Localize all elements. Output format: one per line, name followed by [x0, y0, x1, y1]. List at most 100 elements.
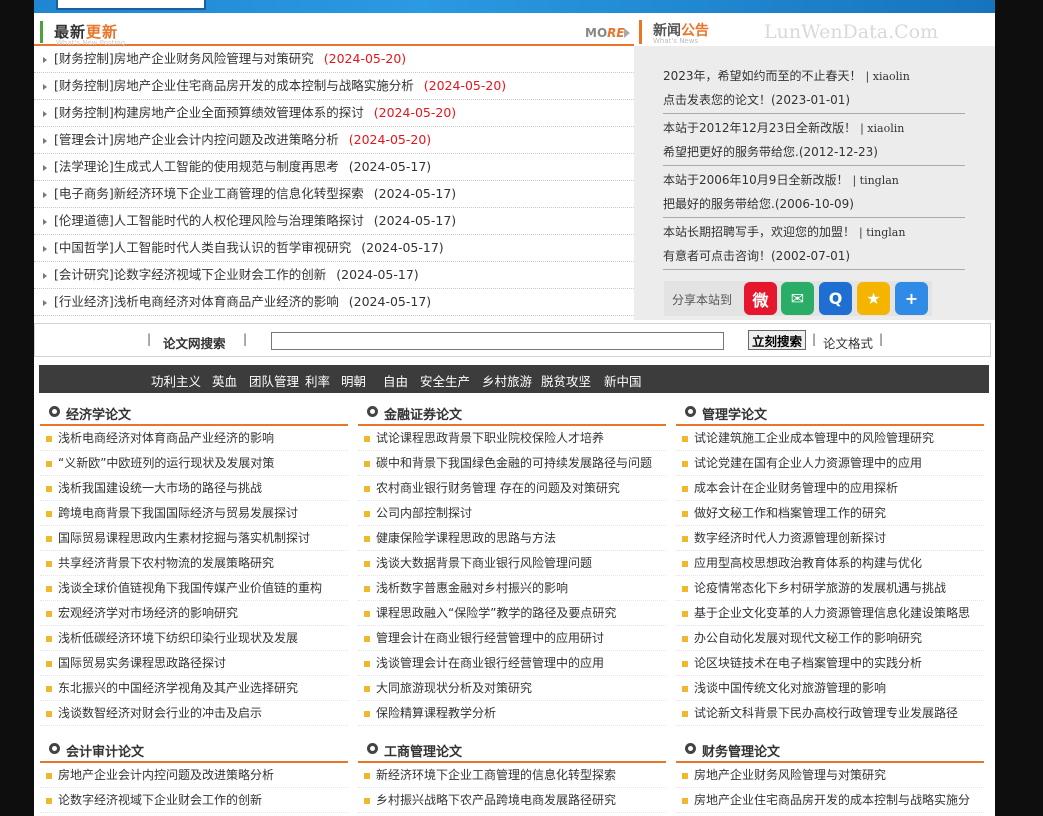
- category-item[interactable]: 试论新文科背景下民办高校行政管理专业发展路径: [676, 701, 984, 726]
- category-item[interactable]: 试论党建在国有企业人力资源管理中的应用: [676, 451, 984, 476]
- category-item[interactable]: 大同旅游现状分析及对策研究: [358, 676, 666, 701]
- site-logo[interactable]: [56, 0, 206, 10]
- latest-item-title[interactable]: [电子商务]新经济环境下企业工商管理的信息化转型探索: [54, 186, 364, 201]
- latest-item-title[interactable]: [中国哲学]人工智能时代人类自我认识的哲学审视研究: [54, 240, 351, 255]
- category-item[interactable]: 试论课程思政背景下职业院校保险人才培养: [358, 426, 666, 451]
- category-item[interactable]: 浅谈管理会计在商业银行经营管理中的应用: [358, 651, 666, 676]
- category-item[interactable]: 做好文秘工作和档案管理工作的研究: [676, 501, 984, 526]
- latest-item[interactable]: [财务控制]构建房地产企业全面预算绩效管理体系的探讨 (2024-05-20): [34, 100, 634, 127]
- latest-item-title[interactable]: [管理会计]房地产企业会计内控问题及改进策略分析: [54, 132, 339, 147]
- category-item[interactable]: 浅析数字普惠金融对乡村振兴的影响: [358, 576, 666, 601]
- category-item[interactable]: 浅谈全球价值链视角下我国传媒产业价值链的重构: [40, 576, 348, 601]
- latest-item-title[interactable]: [财务控制]房地产企业住宅商品房开发的成本控制与战略实施分析: [54, 78, 414, 93]
- category-item[interactable]: 乡村振兴战略下农产品跨境电商发展路径研究: [358, 788, 666, 813]
- category-item[interactable]: 共享经济背景下农村物流的发展策略研究: [40, 551, 348, 576]
- category-list: 试论课程思政背景下职业院校保险人才培养 碳中和背景下我国绿色金融的可持续发展路径与…: [358, 426, 666, 726]
- category-item[interactable]: 试论建筑施工企业成本管理中的风险管理研究: [676, 426, 984, 451]
- news-headline[interactable]: 2023年，希望如约而至的不止春天！: [663, 69, 862, 83]
- latest-item[interactable]: [伦理道德]人工智能时代的人权伦理风险与治理策略探讨 (2024-05-17): [34, 208, 634, 235]
- category-title[interactable]: 工商管理论文: [384, 741, 462, 760]
- tag-link[interactable]: 自由: [383, 371, 408, 390]
- tag-link[interactable]: 团队管理: [249, 371, 299, 390]
- qq-icon[interactable]: Q: [819, 282, 852, 315]
- category-item[interactable]: 浅析电商经济对体育商品产业经济的影响: [40, 426, 348, 451]
- news-detail[interactable]: 有意者可点击咨询！(2002-07-01): [663, 244, 965, 268]
- news-headline[interactable]: 本站于2006年10月9日全新改版！: [663, 173, 848, 187]
- tag-link[interactable]: 安全生产: [420, 371, 470, 390]
- latest-item-title[interactable]: [财务控制]构建房地产企业全面预算绩效管理体系的探讨: [54, 105, 364, 120]
- tag-link[interactable]: 英血: [212, 371, 237, 390]
- weibo-icon[interactable]: 微: [744, 282, 777, 315]
- separator: |: [812, 332, 817, 346]
- news-detail[interactable]: 把最好的服务带给您.(2006-10-09): [663, 192, 965, 216]
- category-item[interactable]: 国际贸易课程思政内生素材挖掘与落实机制探讨: [40, 526, 348, 551]
- category-item[interactable]: 论区块链技术在电子档案管理中的实践分析: [676, 651, 984, 676]
- category-item[interactable]: 成本会计在企业财务管理中的应用探析: [676, 476, 984, 501]
- category-item[interactable]: 管理会计在商业银行经营管理中的应用研讨: [358, 626, 666, 651]
- search-button[interactable]: 立刻搜索: [748, 330, 806, 350]
- more-arrow-icon[interactable]: [624, 28, 630, 38]
- search-input[interactable]: [271, 332, 724, 350]
- category-item[interactable]: 数字经济时代人力资源管理创新探讨: [676, 526, 984, 551]
- latest-item-title[interactable]: [法学理论]生成式人工智能的使用规范与制度再思考: [54, 159, 339, 174]
- category-item[interactable]: 房地产企业会计内控问题及改进策略分析: [40, 763, 348, 788]
- news-list: 2023年，希望如约而至的不止春天！ | xiaolin 点击发表您的论文！(202…: [634, 46, 995, 270]
- category-title[interactable]: 管理学论文: [702, 404, 767, 423]
- more-share-icon[interactable]: +: [895, 282, 928, 315]
- latest-item-title[interactable]: [行业经济]浅析电商经济对体育商品产业经济的影响: [54, 294, 339, 309]
- category-title[interactable]: 会计审计论文: [66, 741, 144, 760]
- category-title[interactable]: 财务管理论文: [702, 741, 780, 760]
- latest-item[interactable]: [行业经济]浅析电商经济对体育商品产业经济的影响 (2024-05-17): [34, 289, 634, 316]
- latest-item[interactable]: [中国哲学]人工智能时代人类自我认识的哲学审视研究 (2024-05-17): [34, 235, 634, 262]
- qzone-icon[interactable]: ★: [857, 282, 890, 315]
- category-item[interactable]: 浅谈大数据背景下商业银行风险管理问题: [358, 551, 666, 576]
- category-item[interactable]: 农村商业银行财务管理 存在的问题及对策研究: [358, 476, 666, 501]
- news-headline[interactable]: 本站于2012年12月23日全新改版！: [663, 121, 856, 135]
- latest-item[interactable]: [财务控制]房地产企业财务风险管理与对策研究 (2024-05-20): [34, 46, 634, 73]
- category-item[interactable]: 浅析低碳经济环境下纺织印染行业现状及发展: [40, 626, 348, 651]
- category-item[interactable]: 房地产企业住宅商品房开发的成本控制与战略实施分: [676, 788, 984, 813]
- category-item[interactable]: 应用型高校思想政治教育体系的构建与优化: [676, 551, 984, 576]
- category-item[interactable]: 跨境电商背景下我国国际经济与贸易发展探讨: [40, 501, 348, 526]
- more-link[interactable]: MORE: [585, 26, 625, 40]
- category-item[interactable]: 办公自动化发展对现代文秘工作的影响研究: [676, 626, 984, 651]
- category-item[interactable]: 国际贸易实务课程思政路径探讨: [40, 651, 348, 676]
- category-item[interactable]: 保险精算课程教学分析: [358, 701, 666, 726]
- latest-item[interactable]: [法学理论]生成式人工智能的使用规范与制度再思考 (2024-05-17): [34, 154, 634, 181]
- paper-format-link[interactable]: 论文格式: [823, 333, 873, 352]
- category-item[interactable]: 浅析我国建设统一大市场的路径与挑战: [40, 476, 348, 501]
- category-item[interactable]: 东北振兴的中国经济学视角及其产业选择研究: [40, 676, 348, 701]
- tag-link[interactable]: 乡村旅游: [482, 371, 532, 390]
- news-headline[interactable]: 本站长期招聘写手，欢迎您的加盟！: [663, 225, 855, 239]
- news-detail[interactable]: 点击发表您的论文！(2023-01-01): [663, 88, 965, 112]
- category-item[interactable]: 新经济环境下企业工商管理的信息化转型探索: [358, 763, 666, 788]
- category-item[interactable]: “义新欧”中欧班列的运行现状及发展对策: [40, 451, 348, 476]
- category-item[interactable]: 课程思政融入“保险学”教学的路径及要点研究: [358, 601, 666, 626]
- category-item[interactable]: 健康保险学课程思政的思路与方法: [358, 526, 666, 551]
- tag-link[interactable]: 明朝: [341, 371, 366, 390]
- category-item[interactable]: 论数字经济视域下企业财会工作的创新: [40, 788, 348, 813]
- wechat-icon[interactable]: ✉: [781, 282, 814, 315]
- category-item[interactable]: 浅谈数智经济对财会行业的冲击及启示: [40, 701, 348, 726]
- tag-link[interactable]: 脱贫攻坚: [541, 371, 591, 390]
- tag-link[interactable]: 利率: [305, 371, 330, 390]
- tag-link[interactable]: 新中国: [604, 371, 642, 390]
- category-title[interactable]: 金融证券论文: [384, 404, 462, 423]
- latest-item[interactable]: [财务控制]房地产企业住宅商品房开发的成本控制与战略实施分析 (2024-05-2…: [34, 73, 634, 100]
- latest-item-title[interactable]: [会计研究]论数字经济视域下企业财会工作的创新: [54, 267, 326, 282]
- tag-link[interactable]: 功利主义: [151, 371, 201, 390]
- latest-item[interactable]: [管理会计]房地产企业会计内控问题及改进策略分析 (2024-05-20): [34, 127, 634, 154]
- category-item[interactable]: 碳中和背景下我国绿色金融的可持续发展路径与问题: [358, 451, 666, 476]
- category-item[interactable]: 房地产企业财务风险管理与对策研究: [676, 763, 984, 788]
- news-detail[interactable]: 希望把更好的服务带给您.(2012-12-23): [663, 140, 965, 164]
- category-item[interactable]: 浅谈中国传统文化对旅游管理的影响: [676, 676, 984, 701]
- latest-item-title[interactable]: [伦理道德]人工智能时代的人权伦理风险与治理策略探讨: [54, 213, 364, 228]
- latest-item[interactable]: [电子商务]新经济环境下企业工商管理的信息化转型探索 (2024-05-17): [34, 181, 634, 208]
- latest-item-title[interactable]: [财务控制]房地产企业财务风险管理与对策研究: [54, 51, 314, 66]
- latest-item[interactable]: [会计研究]论数字经济视域下企业财会工作的创新 (2024-05-17): [34, 262, 634, 289]
- category-title[interactable]: 经济学论文: [66, 404, 131, 423]
- category-item[interactable]: 基于企业文化变革的人力资源管理信息化建设策略思: [676, 601, 984, 626]
- category-item[interactable]: 公司内部控制探讨: [358, 501, 666, 526]
- category-item[interactable]: 宏观经济学对市场经济的影响研究: [40, 601, 348, 626]
- category-item[interactable]: 论疫情常态化下乡村研学旅游的发展机遇与挑战: [676, 576, 984, 601]
